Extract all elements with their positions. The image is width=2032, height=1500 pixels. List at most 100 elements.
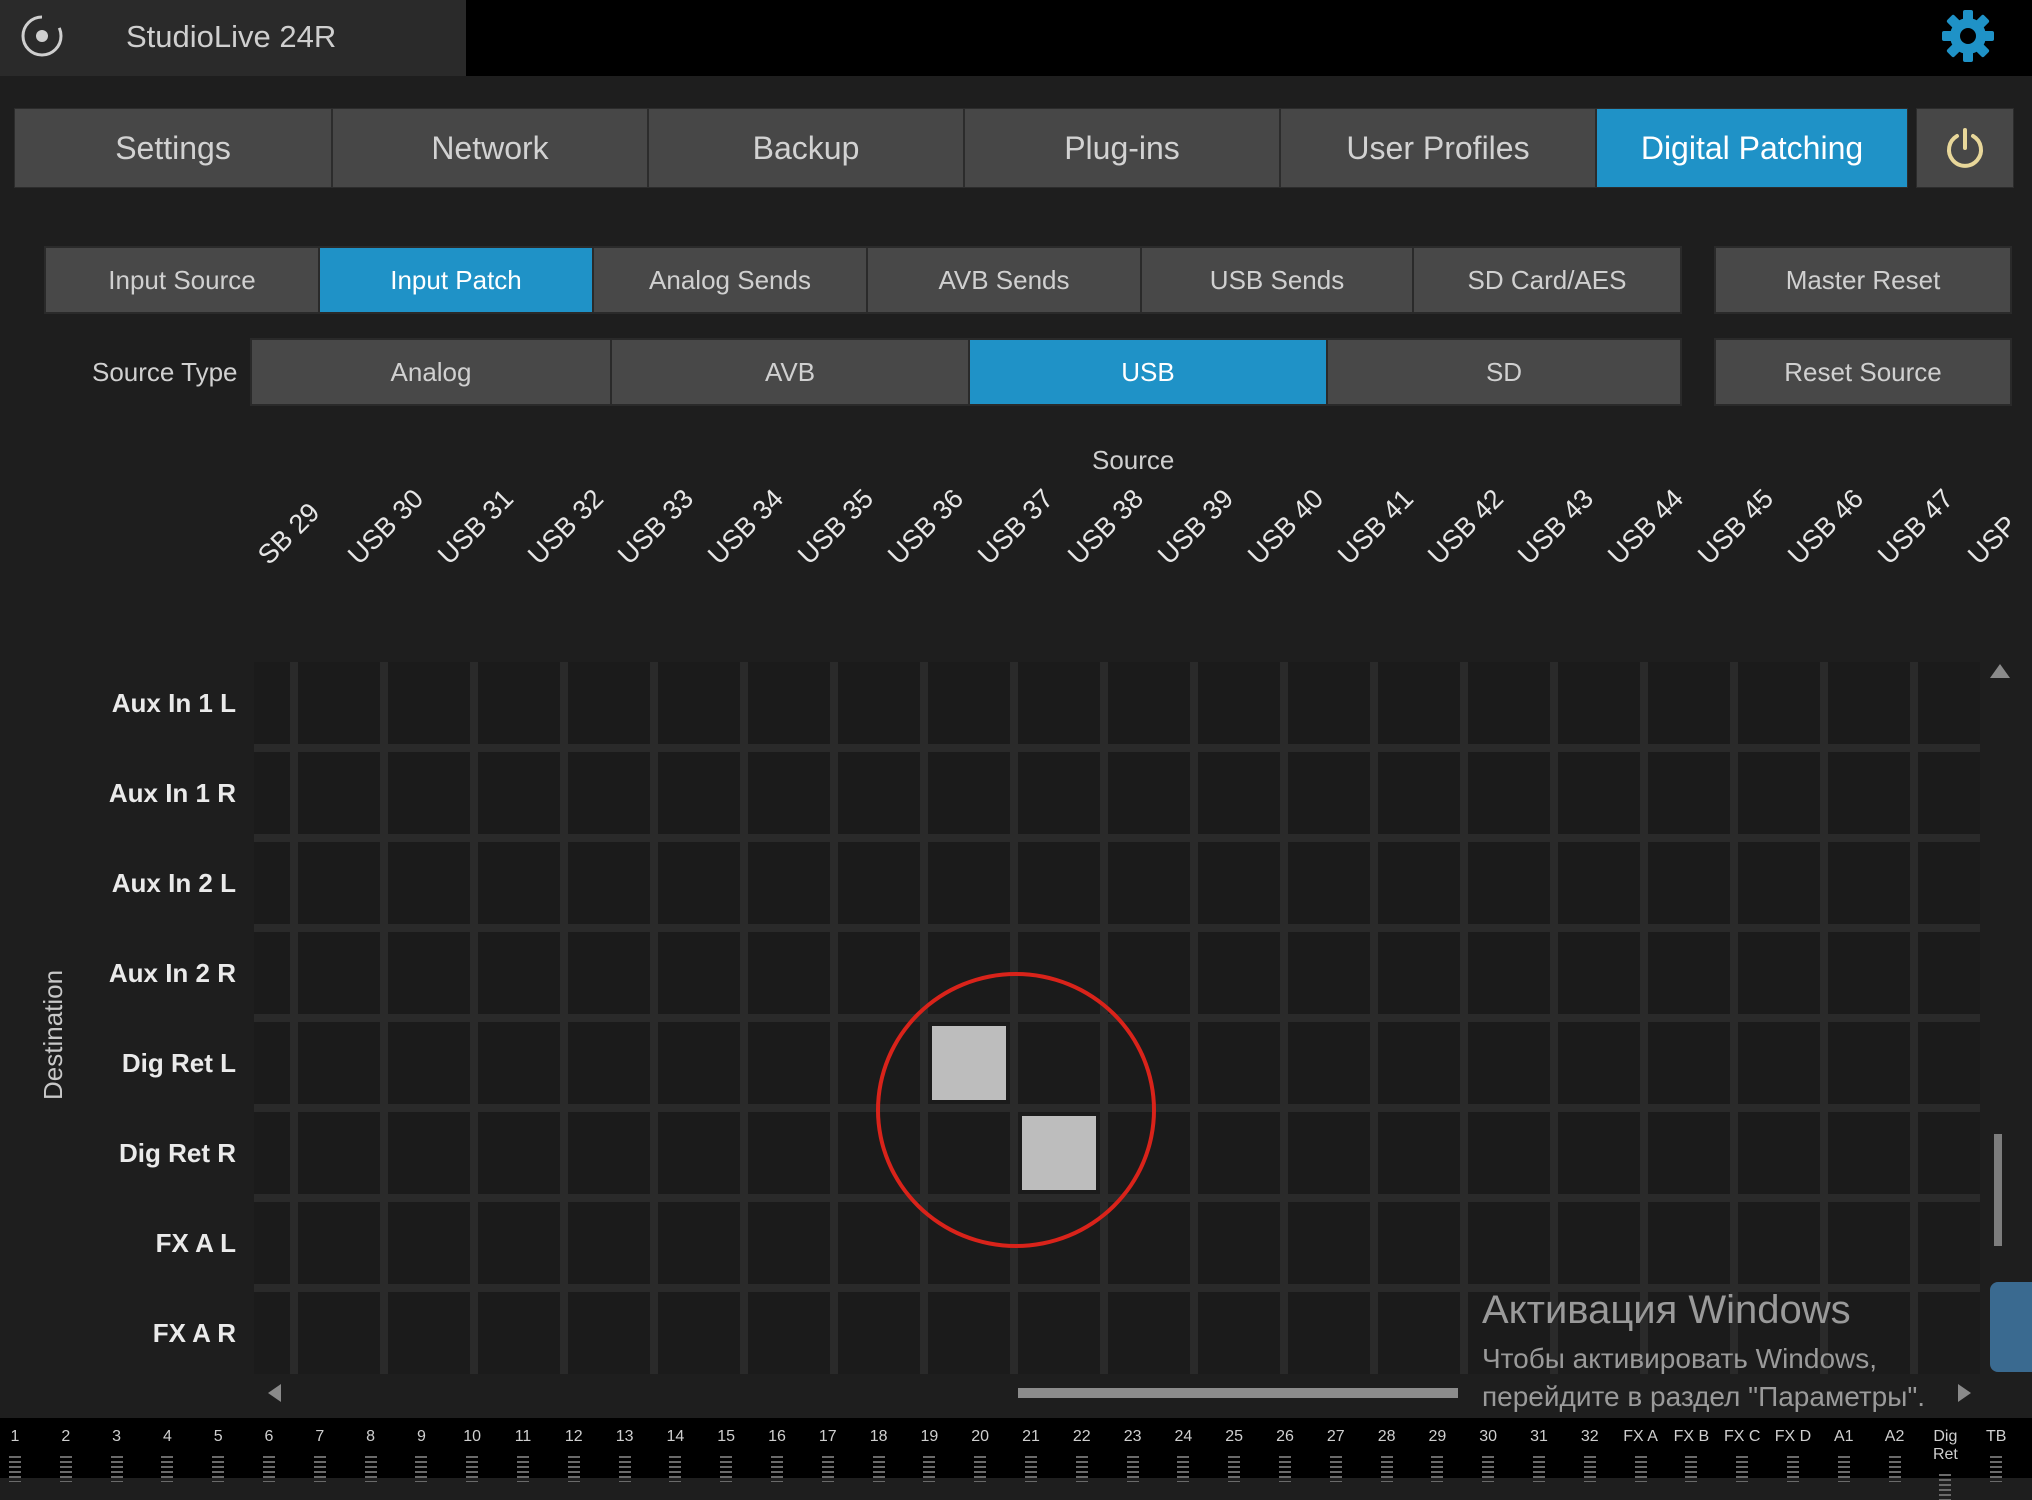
patch-cell[interactable] <box>838 842 920 924</box>
subtab-sd-card-aes[interactable]: SD Card/AES <box>1412 246 1682 314</box>
patch-cell[interactable] <box>1378 1022 1460 1104</box>
patch-cell[interactable] <box>568 1202 650 1284</box>
patch-cell[interactable] <box>1378 1292 1460 1374</box>
patch-cell[interactable] <box>838 932 920 1014</box>
patch-cell[interactable] <box>1288 932 1370 1014</box>
patch-cell[interactable] <box>1108 1292 1190 1374</box>
patch-cell[interactable] <box>1918 842 1980 924</box>
patch-cell[interactable] <box>388 932 470 1014</box>
patch-cell[interactable] <box>748 752 830 834</box>
patch-cell[interactable] <box>568 752 650 834</box>
patch-cell[interactable] <box>928 932 1010 1014</box>
patch-cell[interactable] <box>1738 1022 1820 1104</box>
patch-cell[interactable] <box>1558 842 1640 924</box>
patch-cell[interactable] <box>1108 1022 1190 1104</box>
patch-cell[interactable] <box>1288 662 1370 744</box>
patch-cell[interactable] <box>254 1022 290 1104</box>
patch-cell[interactable] <box>1198 1292 1280 1374</box>
patch-cell[interactable] <box>1018 842 1100 924</box>
patch-cell[interactable] <box>298 932 380 1014</box>
patch-cell[interactable] <box>298 662 380 744</box>
patch-cell[interactable] <box>658 1022 740 1104</box>
master-reset-button[interactable]: Master Reset <box>1714 246 2012 314</box>
patch-cell[interactable] <box>748 932 830 1014</box>
patch-cell[interactable] <box>1468 1202 1550 1284</box>
patch-cell[interactable] <box>1018 932 1100 1014</box>
patch-cell[interactable] <box>748 842 830 924</box>
patch-cell[interactable] <box>388 662 470 744</box>
patch-cell[interactable] <box>1828 842 1910 924</box>
patch-cell[interactable] <box>1648 1112 1730 1194</box>
patch-cell[interactable] <box>1378 1202 1460 1284</box>
patch-cell[interactable] <box>748 1292 830 1374</box>
patch-cell[interactable] <box>658 752 740 834</box>
source-type-usb[interactable]: USB <box>968 338 1328 406</box>
patch-cell[interactable] <box>478 1022 560 1104</box>
patch-cell[interactable] <box>928 1112 1010 1194</box>
patch-cell[interactable] <box>298 1202 380 1284</box>
patch-cell[interactable] <box>1198 932 1280 1014</box>
patch-cell[interactable] <box>388 1202 470 1284</box>
patch-cell[interactable] <box>1198 752 1280 834</box>
patch-cell[interactable] <box>1558 662 1640 744</box>
subtab-analog-sends[interactable]: Analog Sends <box>592 246 868 314</box>
patch-cell[interactable] <box>1288 752 1370 834</box>
patch-cell[interactable] <box>568 1022 650 1104</box>
patch-cell[interactable] <box>1378 842 1460 924</box>
scroll-right-arrow[interactable] <box>1958 1384 1971 1402</box>
patch-cell[interactable] <box>1558 1022 1640 1104</box>
patch-cell[interactable] <box>1018 662 1100 744</box>
patch-cell[interactable] <box>1918 1202 1980 1284</box>
patch-cell[interactable] <box>748 1202 830 1284</box>
patch-cell[interactable] <box>1468 1022 1550 1104</box>
patch-cell[interactable] <box>838 752 920 834</box>
patch-cell[interactable] <box>568 662 650 744</box>
patch-cell[interactable] <box>1558 752 1640 834</box>
patch-cell[interactable] <box>658 932 740 1014</box>
patch-cell[interactable] <box>748 662 830 744</box>
patch-cell[interactable] <box>658 662 740 744</box>
patch-cell[interactable] <box>748 1022 830 1104</box>
patch-cell[interactable] <box>254 932 290 1014</box>
patch-cell[interactable] <box>1018 1022 1100 1104</box>
patch-cell[interactable] <box>388 842 470 924</box>
reset-source-button[interactable]: Reset Source <box>1714 338 2012 406</box>
patch-cell[interactable] <box>658 1292 740 1374</box>
patch-cell[interactable] <box>1828 662 1910 744</box>
patch-cell[interactable] <box>254 1112 290 1194</box>
patch-cell[interactable] <box>928 842 1010 924</box>
patch-cell[interactable] <box>1288 1202 1370 1284</box>
patch-cell[interactable] <box>1558 932 1640 1014</box>
patch-cell[interactable] <box>1648 752 1730 834</box>
patch-cell[interactable] <box>1648 1022 1730 1104</box>
patch-cell[interactable] <box>298 1112 380 1194</box>
subtab-input-source[interactable]: Input Source <box>44 246 320 314</box>
patch-cell[interactable] <box>1648 1202 1730 1284</box>
patch-cell[interactable] <box>1738 932 1820 1014</box>
patch-cell[interactable] <box>1828 1202 1910 1284</box>
patch-cell[interactable] <box>254 842 290 924</box>
patch-cell[interactable] <box>1288 1292 1370 1374</box>
patch-cell[interactable] <box>1828 1022 1910 1104</box>
patch-cell[interactable] <box>928 752 1010 834</box>
patch-cell[interactable] <box>1378 932 1460 1014</box>
patch-cell[interactable] <box>1108 752 1190 834</box>
tab-digital-patching[interactable]: Digital Patching <box>1596 108 1908 188</box>
patch-cell[interactable] <box>1198 842 1280 924</box>
patch-cell[interactable] <box>1648 662 1730 744</box>
source-type-avb[interactable]: AVB <box>610 338 970 406</box>
patch-cell[interactable] <box>298 752 380 834</box>
patch-cell[interactable] <box>478 1112 560 1194</box>
patch-cell[interactable] <box>838 1292 920 1374</box>
tab-network[interactable]: Network <box>332 108 648 188</box>
patch-cell[interactable] <box>254 1292 290 1374</box>
tab-backup[interactable]: Backup <box>648 108 964 188</box>
side-tool-icon[interactable] <box>1990 1282 2032 1372</box>
tab-settings[interactable]: Settings <box>14 108 332 188</box>
patch-cell[interactable] <box>1828 1112 1910 1194</box>
patch-cell[interactable] <box>838 1112 920 1194</box>
patch-cell[interactable] <box>1918 1112 1980 1194</box>
patch-cell[interactable] <box>1468 1112 1550 1194</box>
patch-cell[interactable] <box>1378 662 1460 744</box>
patch-cell[interactable] <box>568 1112 650 1194</box>
